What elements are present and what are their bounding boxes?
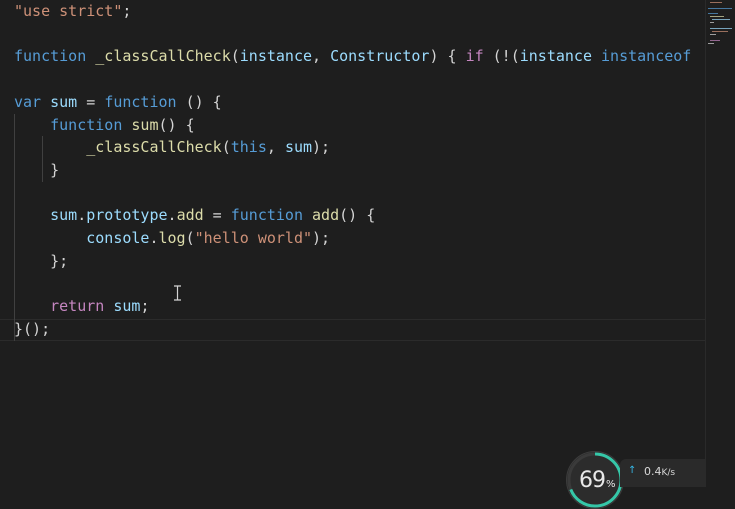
code-token: } <box>14 160 60 179</box>
code-token: . <box>77 206 87 225</box>
code-token: , <box>312 47 331 66</box>
code-token: ; <box>140 297 150 316</box>
code-line[interactable]: }; <box>14 250 68 273</box>
code-token: = <box>77 92 105 111</box>
upload-speed-unit: K/s <box>661 468 676 478</box>
code-token: function <box>50 115 132 134</box>
minimap-line <box>708 43 714 44</box>
code-line[interactable]: function sum() { <box>14 114 195 137</box>
code-token: ( <box>185 229 195 247</box>
upload-arrow-icon: ↑ <box>628 465 637 476</box>
minimap-line <box>708 13 718 14</box>
code-token: instance <box>519 47 602 66</box>
code-token: this <box>230 138 267 157</box>
code-token: sum <box>284 138 313 157</box>
code-line[interactable]: console.log("hello world"); <box>14 227 330 250</box>
minimap-line <box>710 22 714 23</box>
code-token: add <box>312 206 340 225</box>
code-token: sum <box>50 92 78 111</box>
code-line[interactable]: return sum; <box>14 295 149 318</box>
code-token: instanceof <box>601 47 692 66</box>
code-token: console <box>86 229 150 247</box>
code-token: ( <box>221 138 231 157</box>
minimap-line <box>710 16 724 17</box>
gauge-percent: 69% <box>579 468 615 493</box>
code-token: ); <box>312 229 331 247</box>
code-token: function <box>14 47 96 66</box>
minimap[interactable] <box>705 0 735 487</box>
code-token: . <box>149 229 159 247</box>
code-token: var <box>14 92 51 111</box>
code-token: sum <box>131 115 159 134</box>
code-line[interactable]: sum.prototype.add = function add() { <box>14 204 375 227</box>
code-line[interactable]: _classCallCheck(this, sum); <box>14 136 330 159</box>
text-cursor-icon <box>174 285 181 301</box>
minimap-line <box>710 28 732 29</box>
code-token: add <box>176 206 204 225</box>
code-line[interactable]: } <box>14 159 59 182</box>
code-token: log <box>158 229 186 247</box>
code-token: _classCallCheck <box>95 47 231 66</box>
code-editor[interactable]: "use strict"; function _classCallCheck(in… <box>0 0 705 487</box>
code-token: instance <box>239 47 313 66</box>
code-token: () { <box>339 206 376 225</box>
code-token: }; <box>14 251 69 270</box>
code-line[interactable]: }(); <box>14 318 50 341</box>
gauge-percent-unit: % <box>606 479 615 490</box>
code-token: if <box>465 47 484 66</box>
minimap-line <box>708 8 732 9</box>
code-token: ); <box>312 138 331 157</box>
code-token: ( <box>230 47 240 66</box>
code-token: "hello world" <box>194 229 313 247</box>
code-token: (!( <box>483 47 520 66</box>
code-token: "use strict" <box>14 2 123 20</box>
code-token: sum <box>50 206 78 225</box>
current-line-highlight <box>0 319 705 341</box>
code-token: () { <box>158 115 195 134</box>
upload-speed: 0.4K/s <box>644 465 675 478</box>
network-speed-indicator[interactable]: ↑ 0.4K/s <box>620 459 706 487</box>
gauge-percent-value: 69 <box>579 468 606 493</box>
code-token: function <box>230 206 313 225</box>
minimap-line <box>710 34 716 35</box>
code-token: sum <box>113 297 141 316</box>
minimap-line <box>710 2 722 3</box>
minimap-line <box>712 19 730 20</box>
upload-speed-value: 0.4 <box>644 465 662 478</box>
memory-usage-gauge[interactable]: 69% <box>566 451 624 509</box>
code-token: . <box>167 206 177 225</box>
code-token: }(); <box>14 319 51 338</box>
code-token: Constructor <box>330 47 430 66</box>
minimap-line <box>712 31 728 32</box>
code-token: _classCallCheck <box>86 138 222 157</box>
code-token: function <box>104 92 177 111</box>
code-line[interactable]: function _classCallCheck(instance, Const… <box>14 45 691 68</box>
code-token: = <box>203 206 231 225</box>
code-token: () { <box>176 92 222 111</box>
code-token: , <box>266 138 285 157</box>
code-token: ; <box>122 2 132 20</box>
code-line[interactable]: "use strict"; <box>14 0 131 23</box>
code-token: return <box>50 297 114 316</box>
code-token: prototype <box>86 206 168 225</box>
code-line[interactable]: var sum = function () { <box>14 91 222 114</box>
code-token: ) { <box>429 47 466 66</box>
minimap-line <box>710 40 720 41</box>
